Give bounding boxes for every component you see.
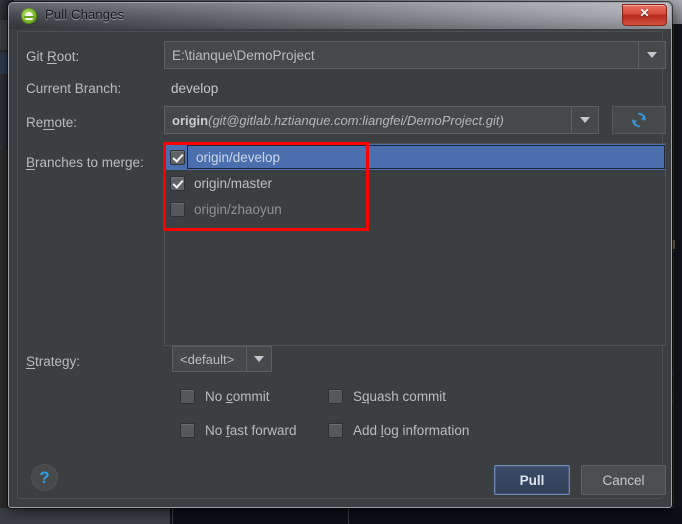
list-item[interactable]: origin/zhaoyun [165, 196, 665, 222]
refresh-icon [632, 112, 646, 128]
git-root-value: E:\tianque\DemoProject [172, 47, 315, 63]
no-fast-forward-checkbox[interactable]: No fast forward [180, 423, 297, 438]
branches-to-merge-list[interactable]: origin/develop origin/master origin/zhao… [164, 143, 666, 346]
cancel-button[interactable]: Cancel [581, 465, 666, 495]
checkbox-box[interactable] [180, 389, 195, 404]
dialog-content: Git Root: E:\tianque\DemoProject Current… [9, 29, 671, 507]
checkbox-box[interactable] [328, 389, 343, 404]
branches-to-merge-label: Branches to merge: [26, 155, 144, 170]
branch-name: origin/develop [187, 145, 665, 169]
cancel-button-label: Cancel [602, 472, 645, 488]
squash-commit-checkbox[interactable]: Squash commit [328, 389, 446, 404]
current-branch-label: Current Branch: [26, 81, 122, 96]
strategy-combobox[interactable]: <default> [172, 346, 272, 372]
chevron-down-icon[interactable] [246, 347, 271, 371]
branch-name: origin/zhaoyun [194, 201, 282, 217]
pull-button[interactable]: Pull [494, 465, 570, 495]
branch-checkbox[interactable] [170, 175, 185, 191]
refresh-button[interactable] [612, 106, 666, 134]
git-root-label: Git Root: [26, 49, 80, 64]
branch-checkbox[interactable] [170, 201, 185, 217]
checkbox-box[interactable] [328, 423, 343, 438]
current-branch-value: develop [171, 81, 219, 96]
pull-button-label: Pull [519, 472, 545, 488]
list-item[interactable]: origin/master [165, 170, 665, 196]
branch-name: origin/master [194, 175, 273, 191]
background-status-divider [172, 508, 173, 524]
android-studio-icon [21, 8, 37, 24]
strategy-label: Strategy: [26, 354, 81, 369]
git-root-combobox[interactable]: E:\tianque\DemoProject [164, 41, 666, 69]
chevron-down-icon[interactable] [638, 42, 665, 68]
dialog-titlebar[interactable]: Pull Changes [9, 3, 671, 29]
dialog-title: Pull Changes [45, 7, 125, 22]
squash-commit-label: Squash commit [353, 389, 447, 404]
remote-combobox[interactable]: origin(git@gitlab.hztianque.com:liangfei… [164, 106, 599, 134]
no-commit-label: No commit [205, 389, 270, 404]
add-log-information-label: Add log information [353, 423, 470, 438]
remote-label: Remote: [26, 115, 78, 130]
no-fast-forward-label: No fast forward [205, 423, 297, 438]
no-commit-checkbox[interactable]: No commit [180, 389, 270, 404]
add-log-information-checkbox[interactable]: Add log information [328, 423, 469, 438]
question-mark-icon: ? [39, 467, 50, 487]
remote-value: origin(git@gitlab.hztianque.com:liangfei… [165, 113, 571, 128]
background-status-divider [348, 508, 349, 524]
remote-url: (git@gitlab.hztianque.com:liangfei/DemoP… [208, 112, 504, 128]
list-item[interactable]: origin/develop [165, 144, 665, 170]
background-status-tab [0, 508, 170, 524]
chevron-down-icon[interactable] [571, 107, 598, 133]
close-icon[interactable] [622, 4, 667, 26]
branch-checkbox[interactable] [170, 149, 185, 165]
checkbox-box[interactable] [180, 423, 195, 438]
pull-changes-dialog: Pull Changes Git Root: E:\tianque\DemoPr… [8, 2, 672, 508]
help-button[interactable]: ? [31, 464, 58, 491]
background-right-divider [672, 24, 674, 510]
remote-name: origin [172, 112, 209, 128]
strategy-value: <default> [180, 351, 235, 367]
